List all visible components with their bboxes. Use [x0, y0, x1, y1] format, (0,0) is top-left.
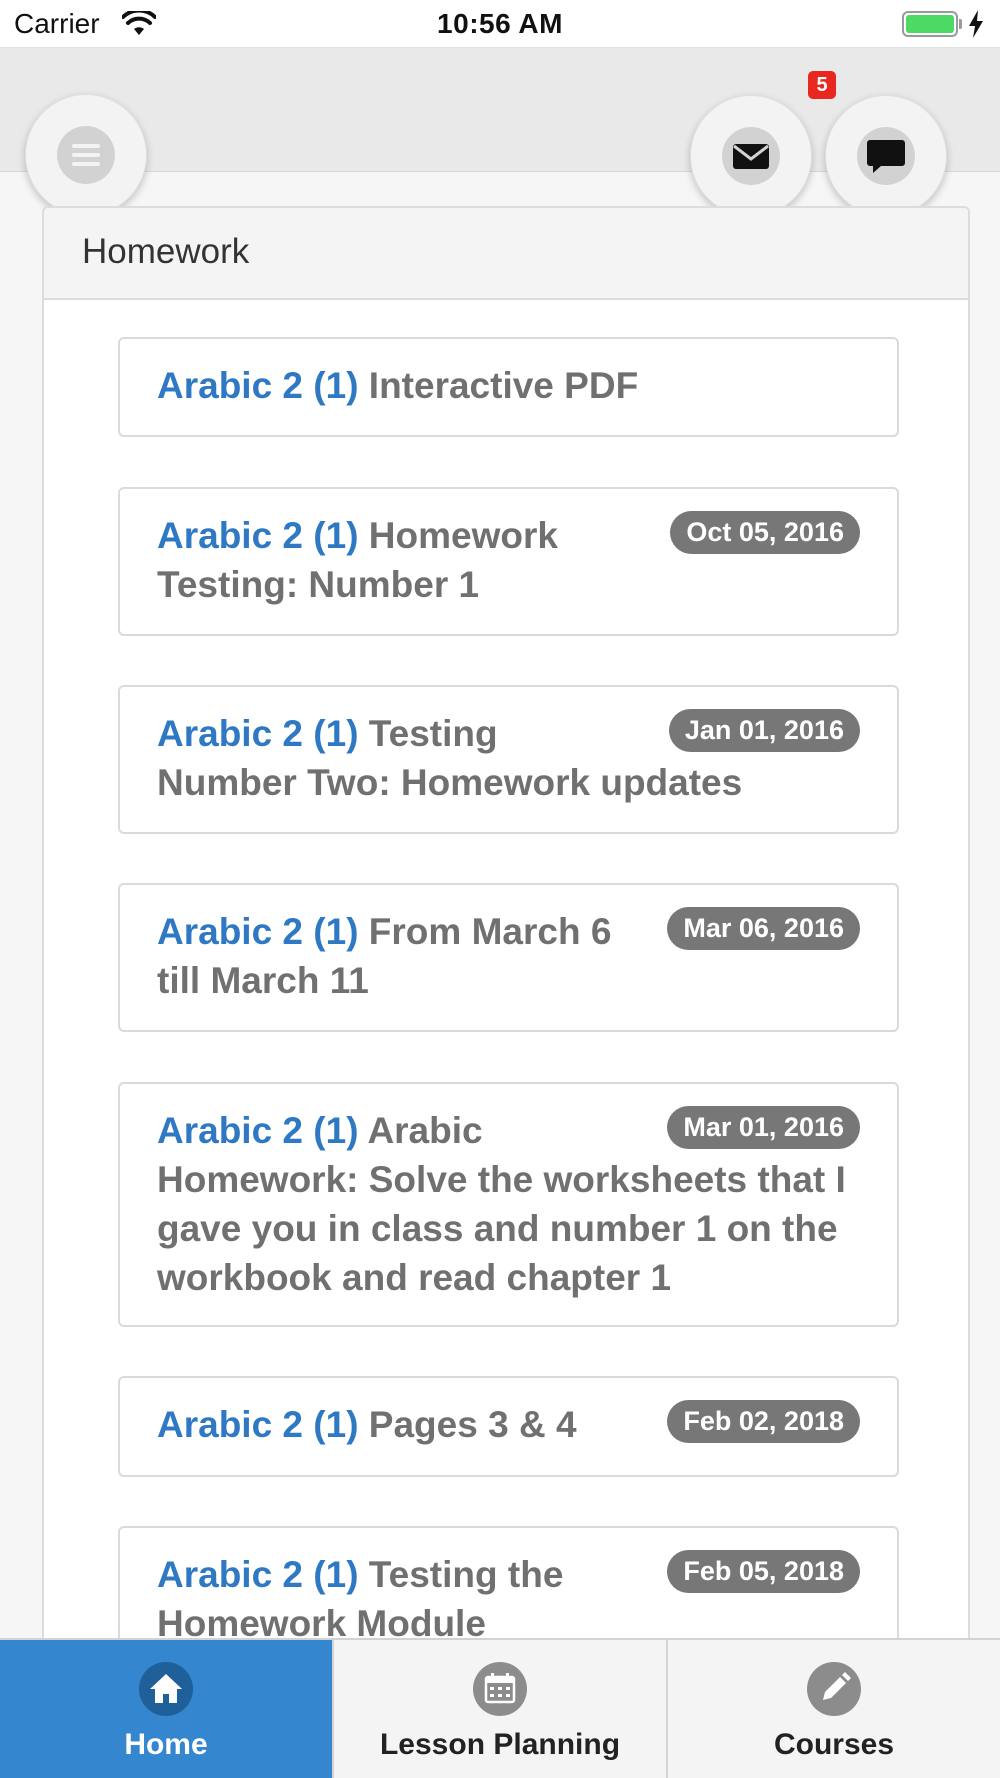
course-link[interactable]: Arabic 2 (1)	[157, 1404, 359, 1445]
tab-label: Lesson Planning	[379, 1728, 621, 1761]
homework-panel: Homework Arabic 2 (1) Interactive PDF Oc…	[42, 206, 970, 1646]
homework-text: Arabic 2 (1) Interactive PDF	[157, 361, 857, 410]
chat-button[interactable]	[825, 95, 947, 217]
homework-item[interactable]: Oct 05, 2016 Arabic 2 (1) Homework Testi…	[118, 487, 899, 636]
course-link[interactable]: Arabic 2 (1)	[157, 713, 359, 754]
homework-title: Interactive PDF	[368, 365, 639, 406]
charging-bolt-icon	[968, 10, 984, 43]
course-link[interactable]: Arabic 2 (1)	[157, 365, 359, 406]
battery-icon	[902, 11, 958, 37]
home-icon	[139, 1662, 193, 1716]
tab-label: Courses	[773, 1728, 895, 1761]
status-bar: Carrier 10:56 AM	[0, 0, 1000, 48]
homework-item[interactable]: Mar 06, 2016 Arabic 2 (1) From March 6 t…	[118, 883, 899, 1032]
battery-nub	[959, 19, 962, 29]
chat-bubble-icon	[857, 127, 915, 185]
homework-item[interactable]: Jan 01, 2016 Arabic 2 (1) Testing Number…	[118, 685, 899, 834]
homework-text: Arabic 2 (1) From March 6 till March 11	[157, 907, 857, 1005]
tab-courses[interactable]: Courses	[668, 1640, 1000, 1778]
notification-badge: 5	[808, 71, 836, 99]
homework-text: Arabic 2 (1) Pages 3 & 4	[157, 1400, 857, 1449]
course-link[interactable]: Arabic 2 (1)	[157, 911, 359, 952]
messages-button[interactable]	[690, 95, 812, 217]
tab-home[interactable]: Home	[0, 1640, 334, 1778]
course-link[interactable]: Arabic 2 (1)	[157, 1110, 359, 1151]
hamburger-menu-icon	[57, 126, 115, 184]
homework-title: Pages 3 & 4	[368, 1404, 577, 1445]
homework-text: Arabic 2 (1) Testing Number Two: Homewor…	[157, 709, 857, 807]
homework-text: Arabic 2 (1) Arabic Homework: Solve the …	[157, 1106, 857, 1302]
course-link[interactable]: Arabic 2 (1)	[157, 1554, 359, 1595]
panel-heading: Homework	[44, 208, 968, 300]
tab-label: Home	[124, 1728, 208, 1761]
pencil-icon	[807, 1662, 861, 1716]
homework-text: Arabic 2 (1) Homework Testing: Number 1	[157, 511, 857, 609]
homework-item[interactable]: Mar 01, 2016 Arabic 2 (1) Arabic Homewor…	[118, 1082, 899, 1327]
envelope-icon	[722, 127, 780, 185]
homework-item[interactable]: Feb 02, 2018 Arabic 2 (1) Pages 3 & 4	[118, 1376, 899, 1477]
homework-item[interactable]: Feb 05, 2018 Arabic 2 (1) Testing the Ho…	[118, 1526, 899, 1644]
calendar-icon	[473, 1662, 527, 1716]
tab-lesson-planning[interactable]: Lesson Planning	[334, 1640, 668, 1778]
course-link[interactable]: Arabic 2 (1)	[157, 515, 359, 556]
clock: 10:56 AM	[437, 8, 563, 39]
homework-item[interactable]: Arabic 2 (1) Interactive PDF	[118, 337, 899, 437]
menu-button[interactable]	[25, 94, 147, 216]
homework-text: Arabic 2 (1) Testing the Homework Module	[157, 1550, 857, 1644]
bottom-tab-bar: Home Lesson Planning Courses	[0, 1638, 1000, 1778]
panel-title: Homework	[82, 232, 250, 271]
